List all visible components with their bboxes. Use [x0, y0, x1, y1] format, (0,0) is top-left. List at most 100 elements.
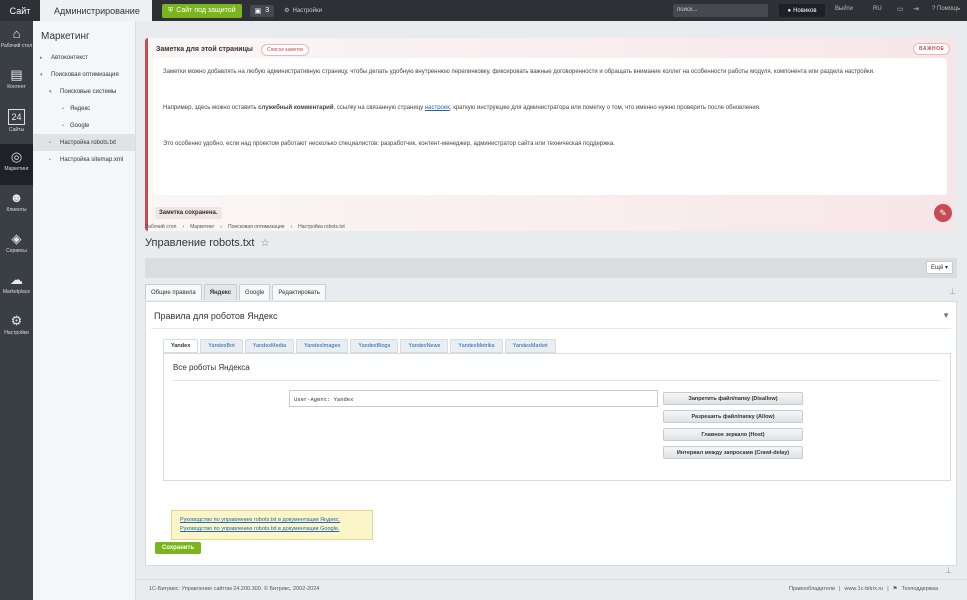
- robot-tabs: Yandex YandexBot YandexMedia YandexImage…: [163, 339, 556, 353]
- breadcrumb-item[interactable]: Настройка robots.txt: [298, 224, 345, 230]
- subtab-yandeximages[interactable]: YandexImages: [296, 339, 349, 353]
- tree-item-label: Яндекс: [70, 105, 91, 112]
- site-protected-button[interactable]: ⛨ Сайт под защитой: [162, 3, 242, 18]
- subtab-yandex[interactable]: Yandex: [163, 339, 199, 353]
- subtab-yandexblogs[interactable]: YandexBlogs: [350, 339, 399, 353]
- notification-icon: ▣: [254, 7, 262, 15]
- menu-item-content[interactable]: ▤ Контент: [0, 62, 33, 103]
- note-paragraph-2: Например, здесь можно оставить служебный…: [163, 104, 937, 113]
- tree-item-autocontext[interactable]: ▸ Автоконтекст: [33, 49, 135, 66]
- note-text: Например, здесь можно оставить: [163, 105, 259, 111]
- tabs: Общие правила Яндекс Google Редактироват…: [145, 284, 326, 300]
- menu-item-sites[interactable]: 24 Сайты: [0, 103, 33, 144]
- tab-google[interactable]: Google: [239, 284, 271, 300]
- collapse-icon[interactable]: ▼: [942, 311, 950, 320]
- breadcrumb-item[interactable]: Поисковая оптимизация: [228, 224, 284, 230]
- shield-icon: ⛨: [168, 6, 174, 14]
- host-button[interactable]: Главное зеркало (Host): [663, 428, 803, 441]
- subtab-yandexmetrika[interactable]: YandexMetrika: [450, 339, 503, 353]
- note-text: , краткую инструкцию для администратора …: [449, 105, 761, 111]
- tab-edit[interactable]: Редактировать: [272, 284, 326, 300]
- home-icon: ⌂: [12, 26, 21, 41]
- help-label: Помощь: [937, 6, 961, 12]
- tree-item-google[interactable]: • Google: [33, 117, 135, 134]
- menu-item-services[interactable]: ◈ Сервисы: [0, 226, 33, 267]
- save-button[interactable]: Сохранить: [155, 542, 202, 554]
- language-select[interactable]: RU: [873, 6, 882, 12]
- google-docs-link[interactable]: Руководство по управлению robots.txt в д…: [180, 525, 364, 534]
- disallow-button[interactable]: Запретить файл/папку (Disallow): [663, 392, 803, 405]
- menu-item-settings[interactable]: ⚙ Настройки: [0, 308, 33, 349]
- footer-link-support[interactable]: Техподдержка: [902, 586, 938, 592]
- settings-link[interactable]: ⚙ Настройки: [284, 7, 322, 15]
- rules-textarea[interactable]: User-Agent: Yandex: [289, 390, 658, 407]
- tree-item-label: Поисковые системы: [60, 88, 117, 95]
- menu-item-marketplace[interactable]: ☁ Marketplace: [0, 267, 33, 308]
- note-body: Заметки можно добавлять на любую админис…: [153, 58, 947, 195]
- tree-title: Маркетинг: [41, 31, 90, 42]
- yandex-docs-link[interactable]: Руководство по управлению robots.txt в д…: [180, 516, 364, 525]
- yandex-rules-panel: Правила для роботов Яндекс ▼ Yandex Yand…: [145, 301, 957, 566]
- edit-note-button[interactable]: ✎: [934, 204, 952, 222]
- star-icon[interactable]: ☆: [260, 238, 269, 249]
- tree-item-robots[interactable]: • Настройка robots.txt: [33, 134, 135, 151]
- settings-link[interactable]: настроек: [425, 105, 450, 111]
- window-icon[interactable]: ▭: [897, 5, 904, 13]
- chevron-down-icon: ▾: [944, 265, 948, 271]
- tree-item-search-engines[interactable]: ▾ Поисковые системы: [33, 83, 135, 100]
- pin-icon[interactable]: ⇥: [913, 5, 919, 13]
- allow-button[interactable]: Разрешить файл/папку (Allow): [663, 410, 803, 423]
- panel-title: Правила для роботов Яндекс: [154, 311, 278, 321]
- notification-count: 3: [265, 6, 270, 14]
- subtab-yandexmarket[interactable]: YandexMarket: [504, 339, 556, 353]
- search-input[interactable]: поиск...: [673, 4, 768, 17]
- menu-item-clients[interactable]: ☻ Клиенты: [0, 185, 33, 226]
- notifications-button[interactable]: ▣ 3: [249, 4, 275, 17]
- breadcrumb-item[interactable]: Маркетинг: [190, 224, 214, 230]
- tree-item-sitemap[interactable]: • Настройка sitemap.xml: [33, 151, 135, 168]
- notes-list-button[interactable]: Список заметок: [261, 44, 310, 56]
- separator: |: [887, 586, 889, 592]
- document-icon: ▤: [10, 67, 23, 82]
- tree-item-seo[interactable]: ▾ Поисковая оптимизация: [33, 66, 135, 83]
- more-button[interactable]: Ещё ▾: [926, 261, 953, 274]
- breadcrumb: Рабочий стол › Маркетинг › Поисковая оптим…: [145, 224, 345, 230]
- subtab-yandexbot[interactable]: YandexBot: [200, 339, 243, 353]
- menu-item-desktop[interactable]: ⌂ Рабочий стол: [0, 21, 33, 62]
- arrow-down-icon[interactable]: ▾: [49, 89, 56, 95]
- arrow-right-icon[interactable]: ▸: [40, 55, 47, 61]
- crawl-delay-button[interactable]: Интервал между запросами (Crawl-delay): [663, 446, 803, 459]
- logout-link[interactable]: Выйти: [835, 6, 853, 12]
- subtab-yandexmedia[interactable]: YandexMedia: [244, 339, 295, 353]
- toolbar: Ещё ▾: [145, 258, 957, 278]
- docs-note: Руководство по управлению robots.txt в д…: [171, 510, 373, 540]
- tree-item-label: Поисковая оптимизация: [51, 71, 119, 78]
- footer-link-site[interactable]: www.1c-bitrix.ru: [844, 586, 883, 592]
- user-menu[interactable]: ● Новиков: [779, 4, 825, 17]
- pin-icon[interactable]: ⊥: [945, 566, 952, 575]
- help-link[interactable]: ? Помощь: [932, 6, 960, 12]
- footer: 1С-Битрикс: Управление сайтом 24.200.300…: [137, 579, 967, 600]
- tab-administration[interactable]: Администрирование: [40, 0, 152, 21]
- arrow-down-icon[interactable]: ▾: [40, 72, 47, 78]
- divider: [173, 380, 941, 381]
- pin-icon[interactable]: ⊥: [949, 287, 956, 296]
- dot-icon: •: [62, 105, 64, 112]
- menu-label: Контент: [7, 84, 26, 90]
- breadcrumb-item[interactable]: Рабочий стол: [145, 224, 176, 230]
- subtab-yandexnews[interactable]: YandexNews: [400, 339, 449, 353]
- note-paragraph-3: Это особенно удобно, если над проектом р…: [163, 141, 615, 147]
- footer-link-rights[interactable]: Правообладатели: [789, 586, 835, 592]
- tab-site[interactable]: Сайт: [0, 0, 40, 21]
- copyright: 1С-Битрикс: Управление сайтом 24.200.300…: [149, 586, 320, 592]
- menu-label: Настройки: [4, 330, 29, 336]
- tree-item-label: Автоконтекст: [51, 54, 88, 61]
- site-protected-label: Сайт под защитой: [176, 7, 236, 14]
- tab-yandex[interactable]: Яндекс: [203, 284, 238, 300]
- menu-item-marketing[interactable]: ◎ Маркетинг: [0, 144, 33, 185]
- tab-general-rules[interactable]: Общие правила: [145, 284, 202, 300]
- tree-item-yandex[interactable]: • Яндекс: [33, 100, 135, 117]
- note-paragraph-1: Заметки можно добавлять на любую админис…: [163, 69, 875, 75]
- note-title: Заметка для этой страницы: [156, 46, 253, 53]
- subpanel-title: Все роботы Яндекса: [173, 363, 250, 372]
